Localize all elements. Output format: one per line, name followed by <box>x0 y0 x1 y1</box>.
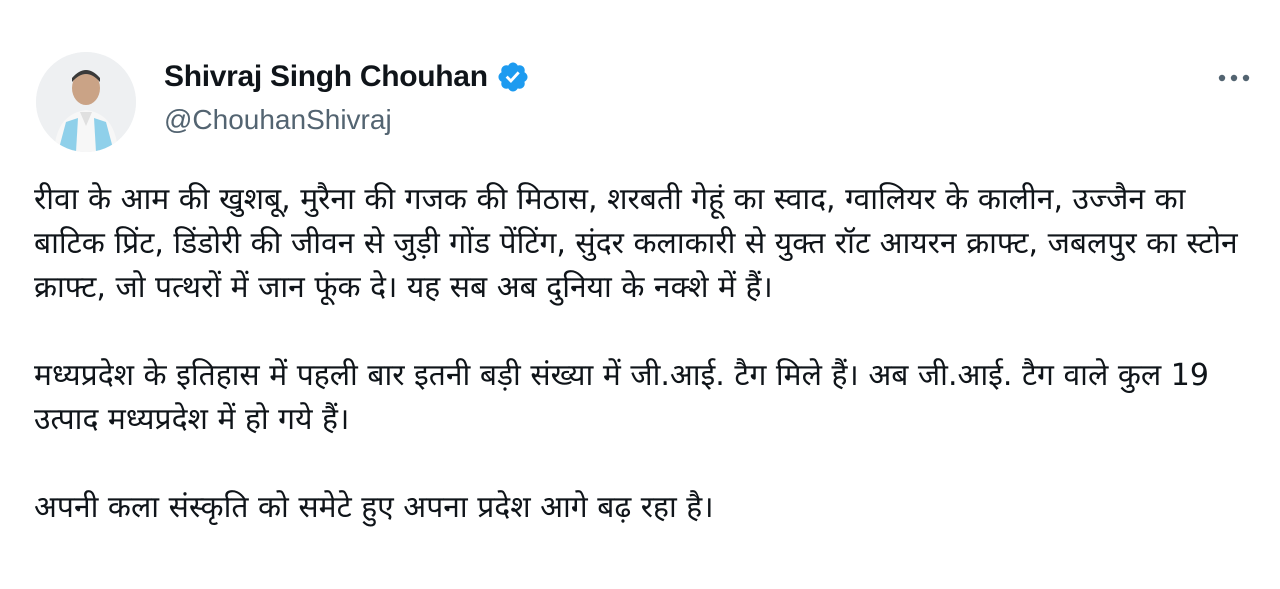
tweet-paragraph: अपनी कला संस्कृति को समेटे हुए अपना प्रद… <box>34 490 714 525</box>
more-options-button[interactable] <box>1212 60 1256 96</box>
verified-badge-icon <box>496 60 530 94</box>
avatar[interactable] <box>36 52 136 152</box>
tweet-card: Shivraj Singh Chouhan @ChouhanShivraj री… <box>0 0 1280 589</box>
profile-photo <box>36 52 136 152</box>
tweet-paragraph: मध्यप्रदेश के इतिहास में पहली बार इतनी ब… <box>34 358 1209 437</box>
tweet-paragraph: रीवा के आम की खुशबू, मुरैना की गजक की मि… <box>34 182 1238 305</box>
author-handle[interactable]: @ChouhanShivraj <box>164 104 392 136</box>
author-name-row: Shivraj Singh Chouhan <box>164 60 530 94</box>
author-display-name[interactable]: Shivraj Singh Chouhan <box>164 60 488 94</box>
tweet-text: रीवा के आम की खुशबू, मुरैना की गजक की मि… <box>34 178 1248 530</box>
more-horizontal-icon <box>1218 74 1250 82</box>
